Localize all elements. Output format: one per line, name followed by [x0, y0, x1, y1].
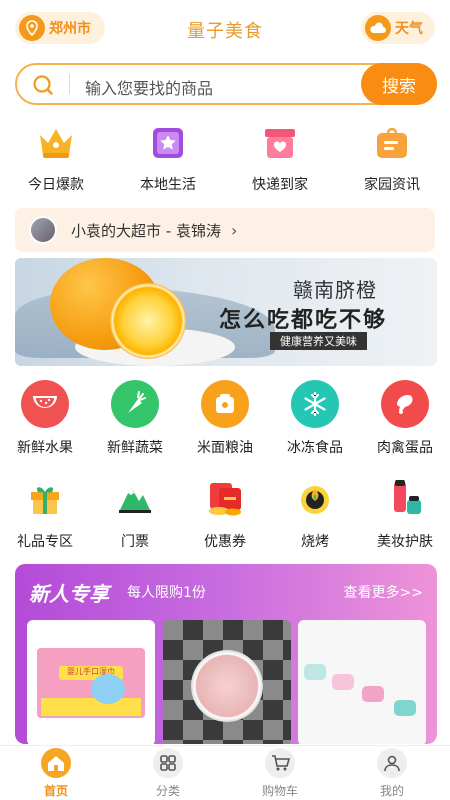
search-icon	[31, 73, 55, 101]
category-label: 冰冻食品	[287, 440, 343, 456]
banner-title: 赣南脐橙	[293, 278, 377, 302]
quick-item-label: 本地生活	[140, 177, 196, 193]
search-divider	[69, 74, 70, 94]
category-coupon[interactable]: 优惠券	[180, 474, 270, 551]
user-icon	[377, 748, 407, 778]
category-label: 米面粮油	[197, 440, 253, 456]
category-label: 新鲜水果	[17, 440, 73, 456]
shop-bar[interactable]: 小袁的大超市 - 袁锦涛 ›	[15, 208, 435, 252]
category-frozen[interactable]: 冰冻食品	[270, 380, 360, 457]
grid-icon	[153, 748, 183, 778]
tab-label: 分类	[155, 784, 180, 798]
product-image-hook	[332, 674, 354, 690]
star-book-icon	[147, 122, 189, 164]
cart-icon	[265, 748, 295, 778]
chicken-leg-icon	[381, 380, 429, 428]
category-grain[interactable]: 米面粮油	[180, 380, 270, 457]
quick-item-local[interactable]: 本地生活	[112, 122, 224, 194]
category-label: 美妆护肤	[377, 534, 433, 550]
quick-item-news[interactable]: 家园资讯	[336, 122, 448, 194]
snowflake-icon	[291, 380, 339, 428]
mountain-ticket-icon	[111, 474, 159, 522]
tab-category[interactable]: 分类	[112, 748, 224, 799]
avatar	[29, 216, 57, 244]
weather-button[interactable]: 天气	[361, 12, 435, 44]
search-input[interactable]: 输入您要找的商品	[85, 75, 213, 99]
quick-item-label: 今日爆款	[28, 177, 84, 193]
quick-entries: 今日爆款 本地生活 快递到家 家园资讯	[0, 122, 450, 197]
new-user-subtitle: 每人限购1份	[127, 585, 206, 601]
weather-label: 天气	[395, 21, 423, 37]
rice-bowl-icon	[201, 380, 249, 428]
category-label: 门票	[121, 534, 149, 550]
category-label: 肉禽蛋品	[377, 440, 433, 456]
category-fruit[interactable]: 新鲜水果	[0, 380, 90, 457]
top-bar: 郑州市 量子美食 天气	[0, 0, 450, 58]
product-card[interactable]	[163, 620, 291, 744]
quick-item-label: 家园资讯	[364, 177, 420, 193]
bottom-tab-bar: 首页 分类 购物车 我的	[0, 745, 450, 800]
bbq-icon	[291, 474, 339, 522]
shop-name: 小袁的大超市 - 袁锦涛	[71, 221, 221, 240]
coupon-icon	[201, 474, 249, 522]
quick-item-delivery[interactable]: 快递到家	[224, 122, 336, 194]
parcel-icon	[259, 122, 301, 164]
quick-item-hot[interactable]: 今日爆款	[0, 122, 112, 194]
new-user-section: 新人专享 每人限购1份 查看更多>> 婴儿手口湿巾	[15, 564, 437, 744]
category-beauty[interactable]: 美妆护肤	[360, 474, 450, 551]
banner-slogan: 怎么吃都吃不够	[218, 308, 387, 333]
tab-profile[interactable]: 我的	[336, 748, 448, 799]
search-bar[interactable]: 输入您要找的商品 搜索	[15, 63, 437, 105]
tab-label: 首页	[43, 784, 68, 798]
category-vegetable[interactable]: 新鲜蔬菜	[90, 380, 180, 457]
category-label: 新鲜蔬菜	[107, 440, 163, 456]
product-card[interactable]	[298, 620, 426, 744]
product-image-hook	[362, 686, 384, 702]
category-label: 优惠券	[204, 534, 246, 550]
cloud-icon	[365, 15, 391, 41]
category-bbq[interactable]: 烧烤	[270, 474, 360, 551]
watermelon-icon	[21, 380, 69, 428]
category-label: 烧烤	[301, 534, 329, 550]
category-ticket[interactable]: 门票	[90, 474, 180, 551]
crown-icon	[35, 122, 77, 164]
chevron-right-icon: ›	[230, 220, 238, 240]
category-label: 礼品专区	[17, 534, 73, 550]
news-bag-icon	[371, 122, 413, 164]
search-button[interactable]: 搜索	[361, 63, 437, 105]
product-image	[191, 650, 263, 722]
carrot-icon	[111, 380, 159, 428]
product-image-band	[41, 698, 141, 716]
view-more-link[interactable]: 查看更多>>	[344, 582, 423, 602]
product-image-bear	[91, 674, 125, 704]
product-card[interactable]: 婴儿手口湿巾	[27, 620, 155, 744]
new-user-title: 新人专享	[29, 582, 109, 606]
promo-banner[interactable]: 赣南脐橙 怎么吃都吃不够 健康营养又美味	[15, 258, 437, 366]
tab-home[interactable]: 首页	[0, 748, 112, 799]
gift-icon	[21, 474, 69, 522]
quick-item-label: 快递到家	[252, 177, 308, 193]
tab-label: 我的	[379, 784, 404, 798]
banner-tag: 健康营养又美味	[270, 332, 367, 350]
home-icon	[41, 748, 71, 778]
category-meat[interactable]: 肉禽蛋品	[360, 380, 450, 457]
tab-cart[interactable]: 购物车	[224, 748, 336, 799]
product-image-hook	[304, 664, 326, 680]
product-image-hook	[394, 700, 416, 716]
orange-slice-image	[110, 283, 186, 359]
tab-label: 购物车	[261, 784, 298, 798]
cosmetics-icon	[381, 474, 429, 522]
category-gift[interactable]: 礼品专区	[0, 474, 90, 551]
